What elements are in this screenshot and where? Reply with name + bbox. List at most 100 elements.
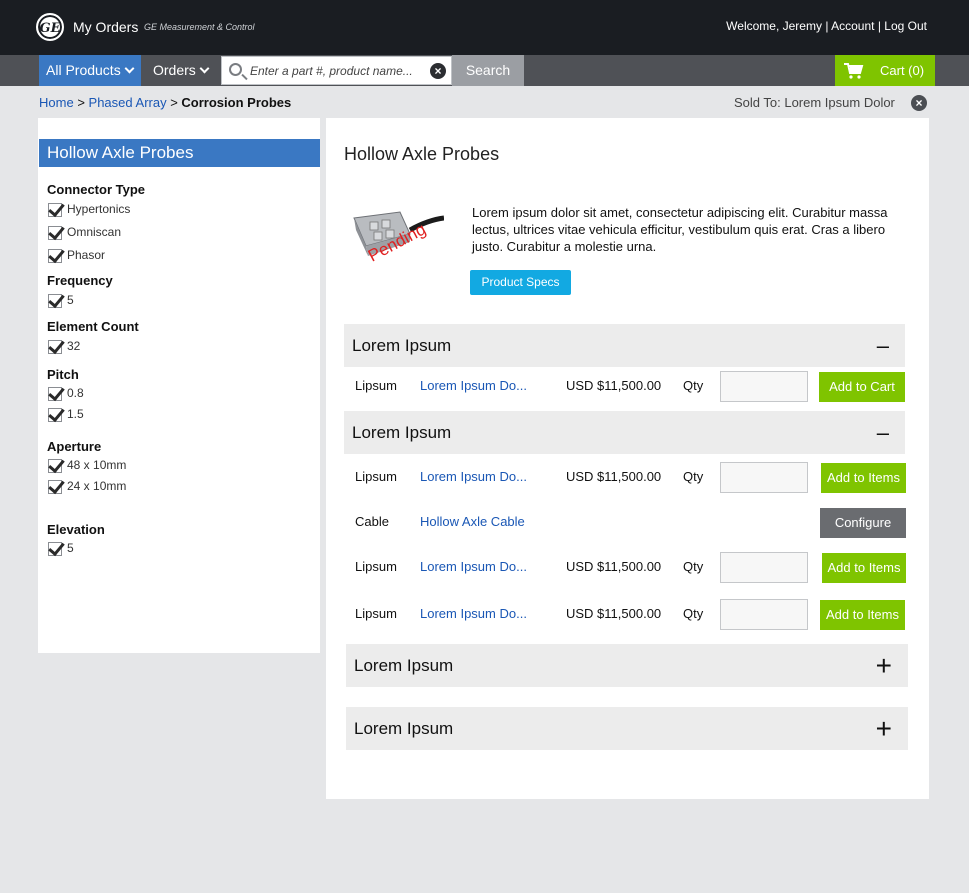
logout-link[interactable]: Log Out xyxy=(884,19,927,33)
breadcrumb-phased-array[interactable]: Phased Array xyxy=(89,95,167,110)
row-type: Lipsum xyxy=(355,469,397,484)
product-image: Pending xyxy=(353,211,444,266)
accordion-header[interactable]: Lorem Ipsum + xyxy=(346,707,908,750)
facet-aperture: Aperture xyxy=(47,439,102,454)
top-header: GE My Orders GE Measurement & Control We… xyxy=(0,0,969,55)
expand-icon[interactable]: + xyxy=(876,707,892,750)
cart-button[interactable]: Cart (0) xyxy=(835,55,935,86)
accordion-header[interactable]: Lorem Ipsum – xyxy=(344,324,905,367)
qty-input[interactable] xyxy=(720,599,808,630)
filter-option[interactable]: Hypertonics xyxy=(48,202,130,217)
filter-option-label: 32 xyxy=(67,339,81,353)
filter-panel: Hollow Axle Probes Connector Type Hypert… xyxy=(38,118,320,653)
all-products-label: All Products xyxy=(46,62,121,78)
app-title: My Orders xyxy=(73,19,139,35)
checkbox-checked-icon[interactable] xyxy=(48,339,62,354)
configure-button[interactable]: Configure xyxy=(820,508,906,538)
filter-option-label: 1.5 xyxy=(67,407,84,421)
add-to-items-button[interactable]: Add to Items xyxy=(822,553,906,583)
collapse-icon[interactable]: – xyxy=(877,411,889,454)
search-input[interactable] xyxy=(250,57,425,84)
search-button[interactable]: Search xyxy=(452,55,524,86)
filter-option-label: 5 xyxy=(67,541,74,555)
filter-option-label: 24 x 10mm xyxy=(67,479,127,493)
filter-option[interactable]: 0.8 xyxy=(48,386,84,401)
add-to-items-button[interactable]: Add to Items xyxy=(820,600,905,630)
accordion-title: Lorem Ipsum xyxy=(354,656,454,675)
row-product-link[interactable]: Lorem Ipsum Do... xyxy=(420,469,527,485)
checkbox-checked-icon[interactable] xyxy=(48,386,62,401)
row-price: USD $11,500.00 xyxy=(566,378,662,393)
cart-icon xyxy=(844,63,864,79)
welcome-text: Welcome, Jeremy xyxy=(726,19,822,33)
facet-pitch: Pitch xyxy=(47,367,79,382)
qty-input[interactable] xyxy=(720,371,808,402)
qty-label: Qty xyxy=(683,606,704,621)
product-description: Lorem ipsum dolor sit amet, consectetur … xyxy=(472,205,888,254)
qty-label: Qty xyxy=(683,559,704,574)
breadcrumb-current: Corrosion Probes xyxy=(181,95,292,110)
all-products-menu[interactable]: All Products xyxy=(39,55,141,86)
add-to-cart-button[interactable]: Add to Cart xyxy=(819,372,905,402)
breadcrumb-sep: > xyxy=(170,95,178,110)
filter-option[interactable]: 5 xyxy=(48,293,74,308)
filter-option-label: 0.8 xyxy=(67,386,84,400)
row-product-link[interactable]: Lorem Ipsum Do... xyxy=(420,378,527,394)
filter-option-label: Hypertonics xyxy=(67,202,131,216)
row-product-link[interactable]: Hollow Axle Cable xyxy=(420,514,525,530)
facet-connector-type: Connector Type xyxy=(47,182,145,197)
expand-icon[interactable]: + xyxy=(876,644,892,687)
row-price: USD $11,500.00 xyxy=(566,559,662,574)
facet-elevation: Elevation xyxy=(47,522,105,537)
user-links: Welcome, Jeremy | Account | Log Out xyxy=(726,19,927,33)
product-specs-button[interactable]: Product Specs xyxy=(470,270,571,295)
checkbox-checked-icon[interactable] xyxy=(48,541,62,556)
app-subtitle: GE Measurement & Control xyxy=(144,22,255,32)
account-link[interactable]: Account xyxy=(831,19,874,33)
search-icon xyxy=(229,63,242,76)
add-to-items-button[interactable]: Add to Items xyxy=(821,463,906,493)
filter-option-label: Omniscan xyxy=(67,225,122,239)
filter-option[interactable]: 1.5 xyxy=(48,407,84,422)
nav-bar: All Products Orders × Search Cart (0) xyxy=(0,55,969,86)
row-product-link[interactable]: Lorem Ipsum Do... xyxy=(420,559,527,575)
clear-search-icon[interactable]: × xyxy=(430,63,446,79)
separator: | xyxy=(877,19,881,33)
orders-menu[interactable]: Orders xyxy=(153,55,210,86)
checkbox-checked-icon[interactable] xyxy=(48,248,62,263)
filter-option-label: Phasor xyxy=(67,248,106,262)
qty-input[interactable] xyxy=(720,462,808,493)
breadcrumb-home[interactable]: Home xyxy=(39,95,74,110)
ge-logo-icon[interactable]: GE xyxy=(36,13,64,41)
qty-input[interactable] xyxy=(720,552,808,583)
breadcrumb: Home > Phased Array > Corrosion Probes xyxy=(39,95,291,110)
checkbox-checked-icon[interactable] xyxy=(48,458,62,473)
filter-option[interactable]: Omniscan xyxy=(48,225,121,240)
cart-label: Cart (0) xyxy=(880,63,925,78)
filter-option[interactable]: 32 xyxy=(48,339,80,354)
product-panel: Hollow Axle Probes Pending Lorem ipsum d… xyxy=(326,118,929,799)
filter-panel-title: Hollow Axle Probes xyxy=(39,139,320,167)
checkbox-checked-icon[interactable] xyxy=(48,293,62,308)
filter-option[interactable]: 24 x 10mm xyxy=(48,479,126,494)
breadcrumb-sep: > xyxy=(77,95,85,110)
checkbox-checked-icon[interactable] xyxy=(48,225,62,240)
qty-label: Qty xyxy=(683,469,704,484)
checkbox-checked-icon[interactable] xyxy=(48,407,62,422)
search-box: × xyxy=(221,56,452,85)
collapse-icon[interactable]: – xyxy=(877,324,889,367)
filter-option[interactable]: 5 xyxy=(48,541,74,556)
row-product-link[interactable]: Lorem Ipsum Do... xyxy=(420,606,527,622)
facet-element-count: Element Count xyxy=(47,319,139,334)
close-icon[interactable]: × xyxy=(911,95,927,111)
checkbox-checked-icon[interactable] xyxy=(48,202,62,217)
accordion-title: Lorem Ipsum xyxy=(352,336,452,355)
filter-option[interactable]: Phasor xyxy=(48,248,105,263)
filter-option[interactable]: 48 x 10mm xyxy=(48,458,126,473)
checkbox-checked-icon[interactable] xyxy=(48,479,62,494)
separator: | xyxy=(825,19,829,33)
filter-option-label: 48 x 10mm xyxy=(67,458,127,472)
accordion-header[interactable]: Lorem Ipsum – xyxy=(344,411,905,454)
accordion-header[interactable]: Lorem Ipsum + xyxy=(346,644,908,687)
orders-label: Orders xyxy=(153,62,196,78)
